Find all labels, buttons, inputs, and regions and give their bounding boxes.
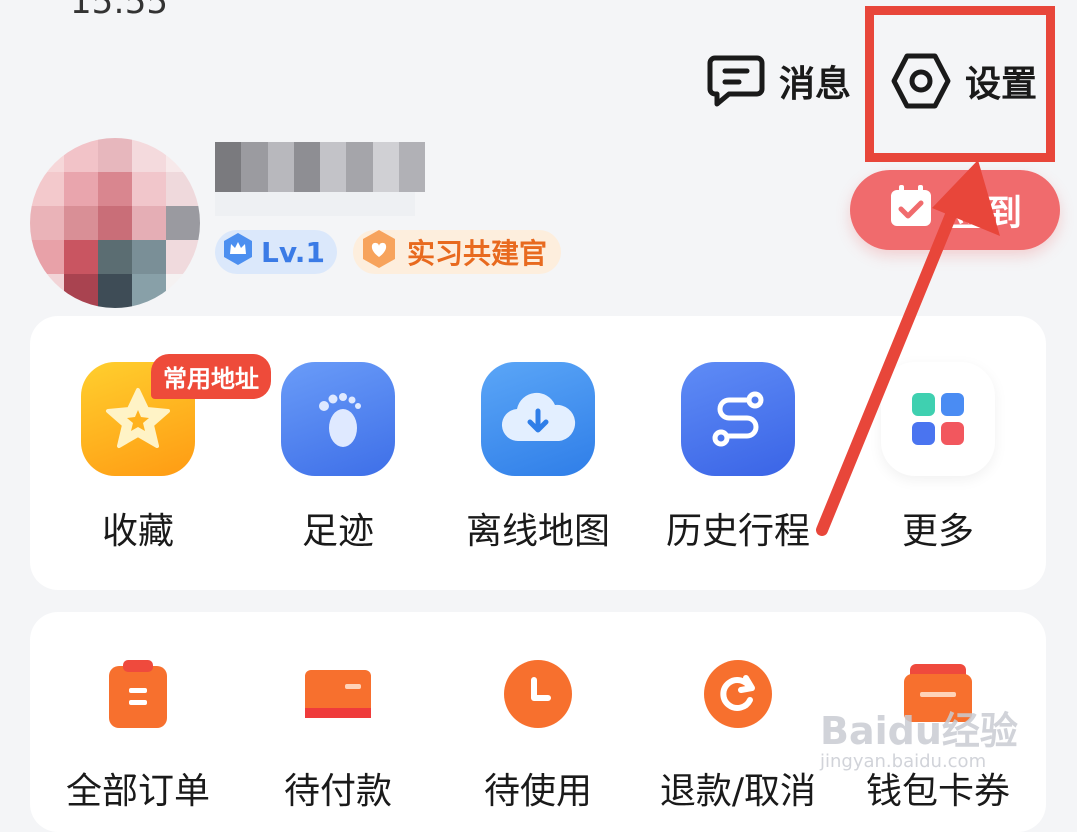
order-refund-cancel[interactable]: 退款/取消 (643, 612, 833, 814)
shortcut-label: 历史行程 (665, 511, 810, 552)
shortcut-offline-map[interactable]: 离线地图 (443, 316, 633, 554)
badges: Lv.1 实习共建官 (215, 229, 561, 276)
level-text: Lv.1 (261, 235, 325, 269)
clipboard-icon (100, 656, 176, 732)
watermark-brand: Baidu经验 (820, 709, 1018, 753)
order-label: 退款/取消 (659, 771, 817, 812)
shortcut-label: 收藏 (101, 511, 174, 552)
username-blurred (215, 142, 425, 192)
refresh-icon (700, 656, 776, 732)
shortcut-label: 更多 (901, 511, 974, 552)
baidu-watermark: Baidu经验 jingyan.baidu.com (820, 700, 1018, 772)
watermark-url: jingyan.baidu.com (820, 751, 987, 772)
shortcut-label: 足迹 (301, 511, 374, 552)
footprint-icon (281, 362, 395, 476)
order-label: 全部订单 (65, 771, 210, 812)
heart-hand-icon (359, 229, 399, 276)
shortcut-favorites[interactable]: 常用地址 收藏 (43, 316, 271, 554)
order-to-use[interactable]: 待使用 (443, 612, 633, 814)
username-subline-blurred (215, 192, 415, 216)
checkin-label: 签到 (949, 193, 1022, 234)
avatar[interactable] (30, 138, 200, 308)
messages-label: 消息 (778, 64, 851, 105)
role-text: 实习共建官 (406, 237, 547, 270)
order-pending-payment[interactable]: 待付款 (243, 612, 433, 814)
shortcuts-card: 常用地址 收藏 足迹 离线地图 历史行程 更多 (30, 316, 1046, 590)
shortcut-footprints[interactable]: 足迹 (243, 316, 433, 554)
shortcut-more[interactable]: 更多 (843, 316, 1033, 554)
card-icon (300, 656, 376, 732)
level-badge[interactable]: Lv.1 (215, 230, 337, 274)
message-icon (707, 54, 765, 108)
crown-icon (221, 232, 255, 273)
messages-button[interactable]: 消息 (707, 54, 851, 108)
role-badge[interactable]: 实习共建官 (352, 229, 561, 276)
order-label: 待使用 (483, 771, 592, 812)
clock-icon (500, 656, 576, 732)
cloud-download-icon (481, 362, 595, 476)
profile-section: Lv.1 实习共建官 签到 (30, 120, 1060, 310)
shortcut-trip-history[interactable]: 历史行程 (643, 316, 833, 554)
status-time: 15:55 (70, 0, 168, 22)
grid-more-icon (881, 362, 995, 476)
route-icon (681, 362, 795, 476)
order-label: 待付款 (283, 771, 392, 812)
order-all[interactable]: 全部订单 (43, 612, 233, 814)
shortcut-label: 离线地图 (465, 511, 610, 552)
checkin-button[interactable]: 签到 (850, 170, 1060, 250)
calendar-check-icon (888, 183, 934, 238)
